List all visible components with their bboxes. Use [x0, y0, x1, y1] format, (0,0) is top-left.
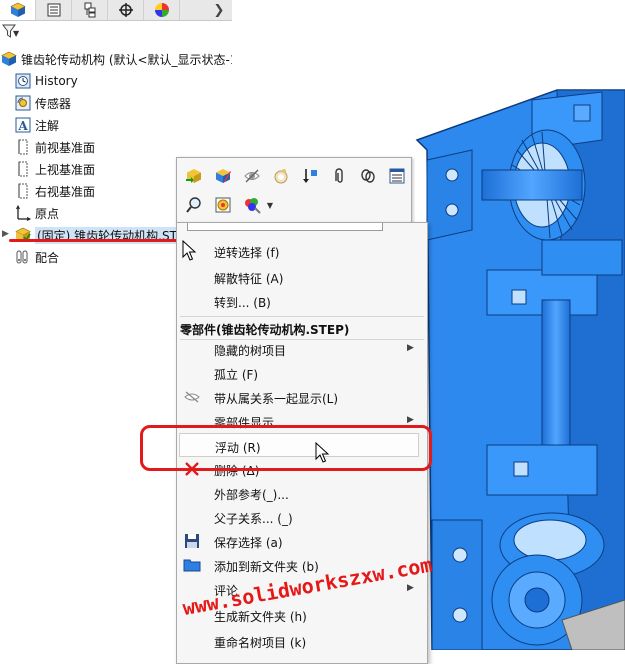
tree-root-assembly[interactable]: 锥齿轮传动机构 (默认<默认_显示状态-1	[0, 48, 238, 70]
tree-item-label: 前视基准面	[35, 140, 96, 155]
menu-item-label: 重命名树项目 (k)	[214, 636, 307, 650]
mates-icon	[14, 248, 32, 266]
attach-button[interactable]	[328, 165, 350, 187]
tree-item-label: 右视基准面	[35, 184, 96, 199]
submenu-arrow-icon: ▶	[407, 583, 414, 593]
tree-item-sensors[interactable]: 传感器	[14, 92, 246, 114]
show-with-relations-icon	[183, 388, 201, 406]
menu-item-label: 保存选择 (a)	[214, 536, 283, 550]
menu-edge	[187, 223, 383, 231]
context-toolbar: ▼	[176, 157, 412, 225]
tree-item-label: 传感器	[35, 96, 72, 111]
menu-item-label: 添加到新文件夹 (b)	[214, 560, 319, 574]
open-part-icon	[186, 169, 201, 183]
folder-icon	[183, 556, 201, 574]
menu-section-label: 零部件(锥齿轮传动机构.STEP)	[180, 323, 350, 337]
tree-item-label: 注解	[35, 118, 60, 133]
annotation-icon: A	[14, 116, 32, 134]
isolate-button[interactable]	[299, 165, 321, 187]
properties-icon	[389, 168, 405, 184]
crosshair-icon	[118, 3, 133, 17]
appearance-dropdown[interactable]: ▼	[263, 194, 277, 216]
sensor-icon	[14, 94, 32, 112]
appearance-color-icon	[245, 198, 261, 214]
tree-root-label: 锥齿轮传动机构 (默认<默认_显示状态-1	[21, 52, 238, 67]
change-transparency-button[interactable]	[212, 194, 234, 216]
menu-item-save-selection[interactable]: 保存选择 (a)	[177, 529, 427, 553]
red-highlight-annotation	[140, 425, 432, 471]
zoom-to-selection-button[interactable]	[183, 194, 205, 216]
chevron-right-icon[interactable]: ❯	[209, 0, 229, 20]
mouse-cursor-icon	[182, 240, 197, 261]
open-part-button[interactable]	[183, 165, 205, 187]
menu-item-label: 解散特征 (A)	[214, 272, 284, 286]
hide-icon	[244, 169, 260, 183]
tree-item-history[interactable]: History	[14, 70, 246, 92]
menu-item-label: 逆转选择 (f)	[214, 246, 280, 260]
configuration-manager-tab[interactable]	[72, 0, 108, 20]
menu-item-label: 外部参考(_)...	[214, 488, 289, 502]
appearance-button[interactable]	[270, 165, 292, 187]
menu-item-external-references[interactable]: 外部参考(_)...	[177, 481, 427, 505]
menu-item-label: 父子关系... (_)	[214, 512, 293, 526]
menu-item-label: 隐藏的树项目	[214, 344, 287, 358]
plane-icon	[14, 182, 32, 200]
tree-item-label: 配合	[35, 250, 60, 265]
plane-icon	[14, 138, 32, 156]
tree-item-label: History	[35, 74, 78, 88]
menu-item-label: 孤立 (F)	[214, 368, 259, 382]
history-icon	[14, 72, 32, 90]
menu-item-parent-child[interactable]: 父子关系... (_)	[177, 505, 427, 529]
submenu-arrow-icon: ▶	[407, 415, 414, 425]
menu-item-go-to[interactable]: 转到... (B)	[177, 289, 427, 313]
menu-item-isolate[interactable]: 孤立 (F)	[177, 361, 427, 385]
feature-tree-icon	[9, 2, 26, 17]
dimxpert-tab[interactable]	[108, 0, 144, 20]
edit-component-icon	[216, 169, 231, 183]
property-manager-tab[interactable]	[36, 0, 72, 20]
hide-button[interactable]	[241, 165, 263, 187]
configuration-icon	[84, 2, 95, 18]
isolate-icon	[303, 169, 317, 183]
display-state-icon	[361, 169, 375, 183]
submenu-arrow-icon: ▶	[407, 343, 414, 353]
edit-component-button[interactable]	[212, 165, 234, 187]
display-manager-tab[interactable]	[144, 0, 180, 20]
svg-text:A: A	[17, 119, 28, 133]
menu-item-hidden-tree-items[interactable]: 隐藏的树项目 ▶	[177, 337, 427, 361]
expand-arrow-icon[interactable]: ▶	[2, 229, 10, 239]
property-list-icon	[47, 3, 60, 17]
assembly-icon	[0, 50, 18, 68]
feature-manager-tabs: ❯	[0, 0, 232, 21]
zoom-to-selection-icon	[186, 197, 201, 213]
display-state-button[interactable]	[357, 165, 379, 187]
save-selection-icon	[183, 532, 201, 550]
menu-item-dissolve-feature[interactable]: 解散特征 (A)	[177, 265, 427, 289]
menu-item-rename-tree-item[interactable]: 重命名树项目 (k)	[177, 629, 427, 653]
tree-item-label: 上视基准面	[35, 162, 96, 177]
properties-button[interactable]	[386, 165, 408, 187]
plane-icon	[14, 160, 32, 178]
change-transparency-icon	[215, 197, 231, 213]
tree-item-annotations[interactable]: A 注解	[14, 114, 246, 136]
mouse-cursor-icon	[315, 442, 330, 463]
menu-item-invert-selection[interactable]: 逆转选择 (f)	[177, 239, 427, 263]
appearance-icon	[274, 169, 288, 184]
paperclip-icon	[335, 168, 343, 183]
chevron-down-icon[interactable]: ▼	[13, 29, 19, 38]
tree-item-label: 原点	[35, 206, 60, 221]
tree-item-front-plane[interactable]: 前视基准面	[14, 136, 246, 158]
menu-item-show-with-relations[interactable]: 带从属关系一起显示(L)	[177, 385, 427, 409]
color-wheel-icon	[154, 3, 169, 17]
dropdown-arrow-icon: ▼	[266, 200, 274, 210]
appearance-color-button[interactable]	[241, 194, 263, 216]
menu-item-label: 带从属关系一起显示(L)	[214, 392, 339, 406]
origin-icon	[14, 204, 32, 222]
menu-item-label: 转到... (B)	[214, 296, 271, 310]
feature-manager-tab[interactable]	[0, 0, 36, 20]
filter-row: ▼	[0, 21, 232, 43]
